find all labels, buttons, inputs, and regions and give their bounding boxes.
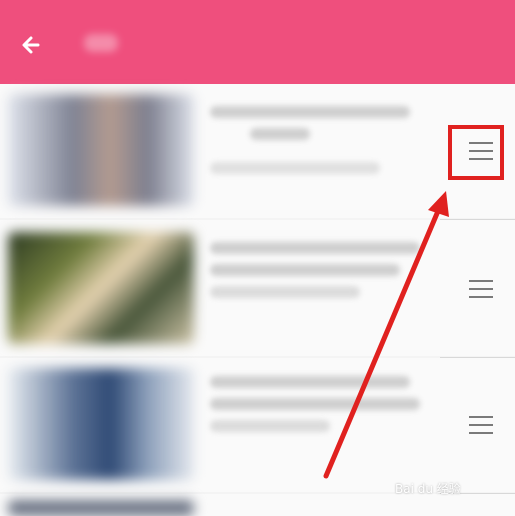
thumbnail-image [8,500,194,516]
list-item [0,84,515,218]
watermark: Bai du 经验 [395,482,461,496]
list-item [0,220,515,356]
blurred-text [210,376,430,442]
drag-handle-icon[interactable] [450,264,512,314]
thumbnail-image [8,94,194,206]
list-item [0,358,515,492]
thumbnail-image [8,232,194,344]
list-item [0,494,515,516]
top-app-bar [0,0,515,84]
blurred-text [210,106,430,184]
highlight-box [448,125,504,180]
arrow-left-icon[interactable] [16,30,46,60]
thumbnail-image [8,368,194,480]
blurred-title [84,34,118,52]
blurred-text [210,242,430,308]
reorder-list [0,84,515,516]
drag-handle-icon[interactable] [450,400,512,450]
